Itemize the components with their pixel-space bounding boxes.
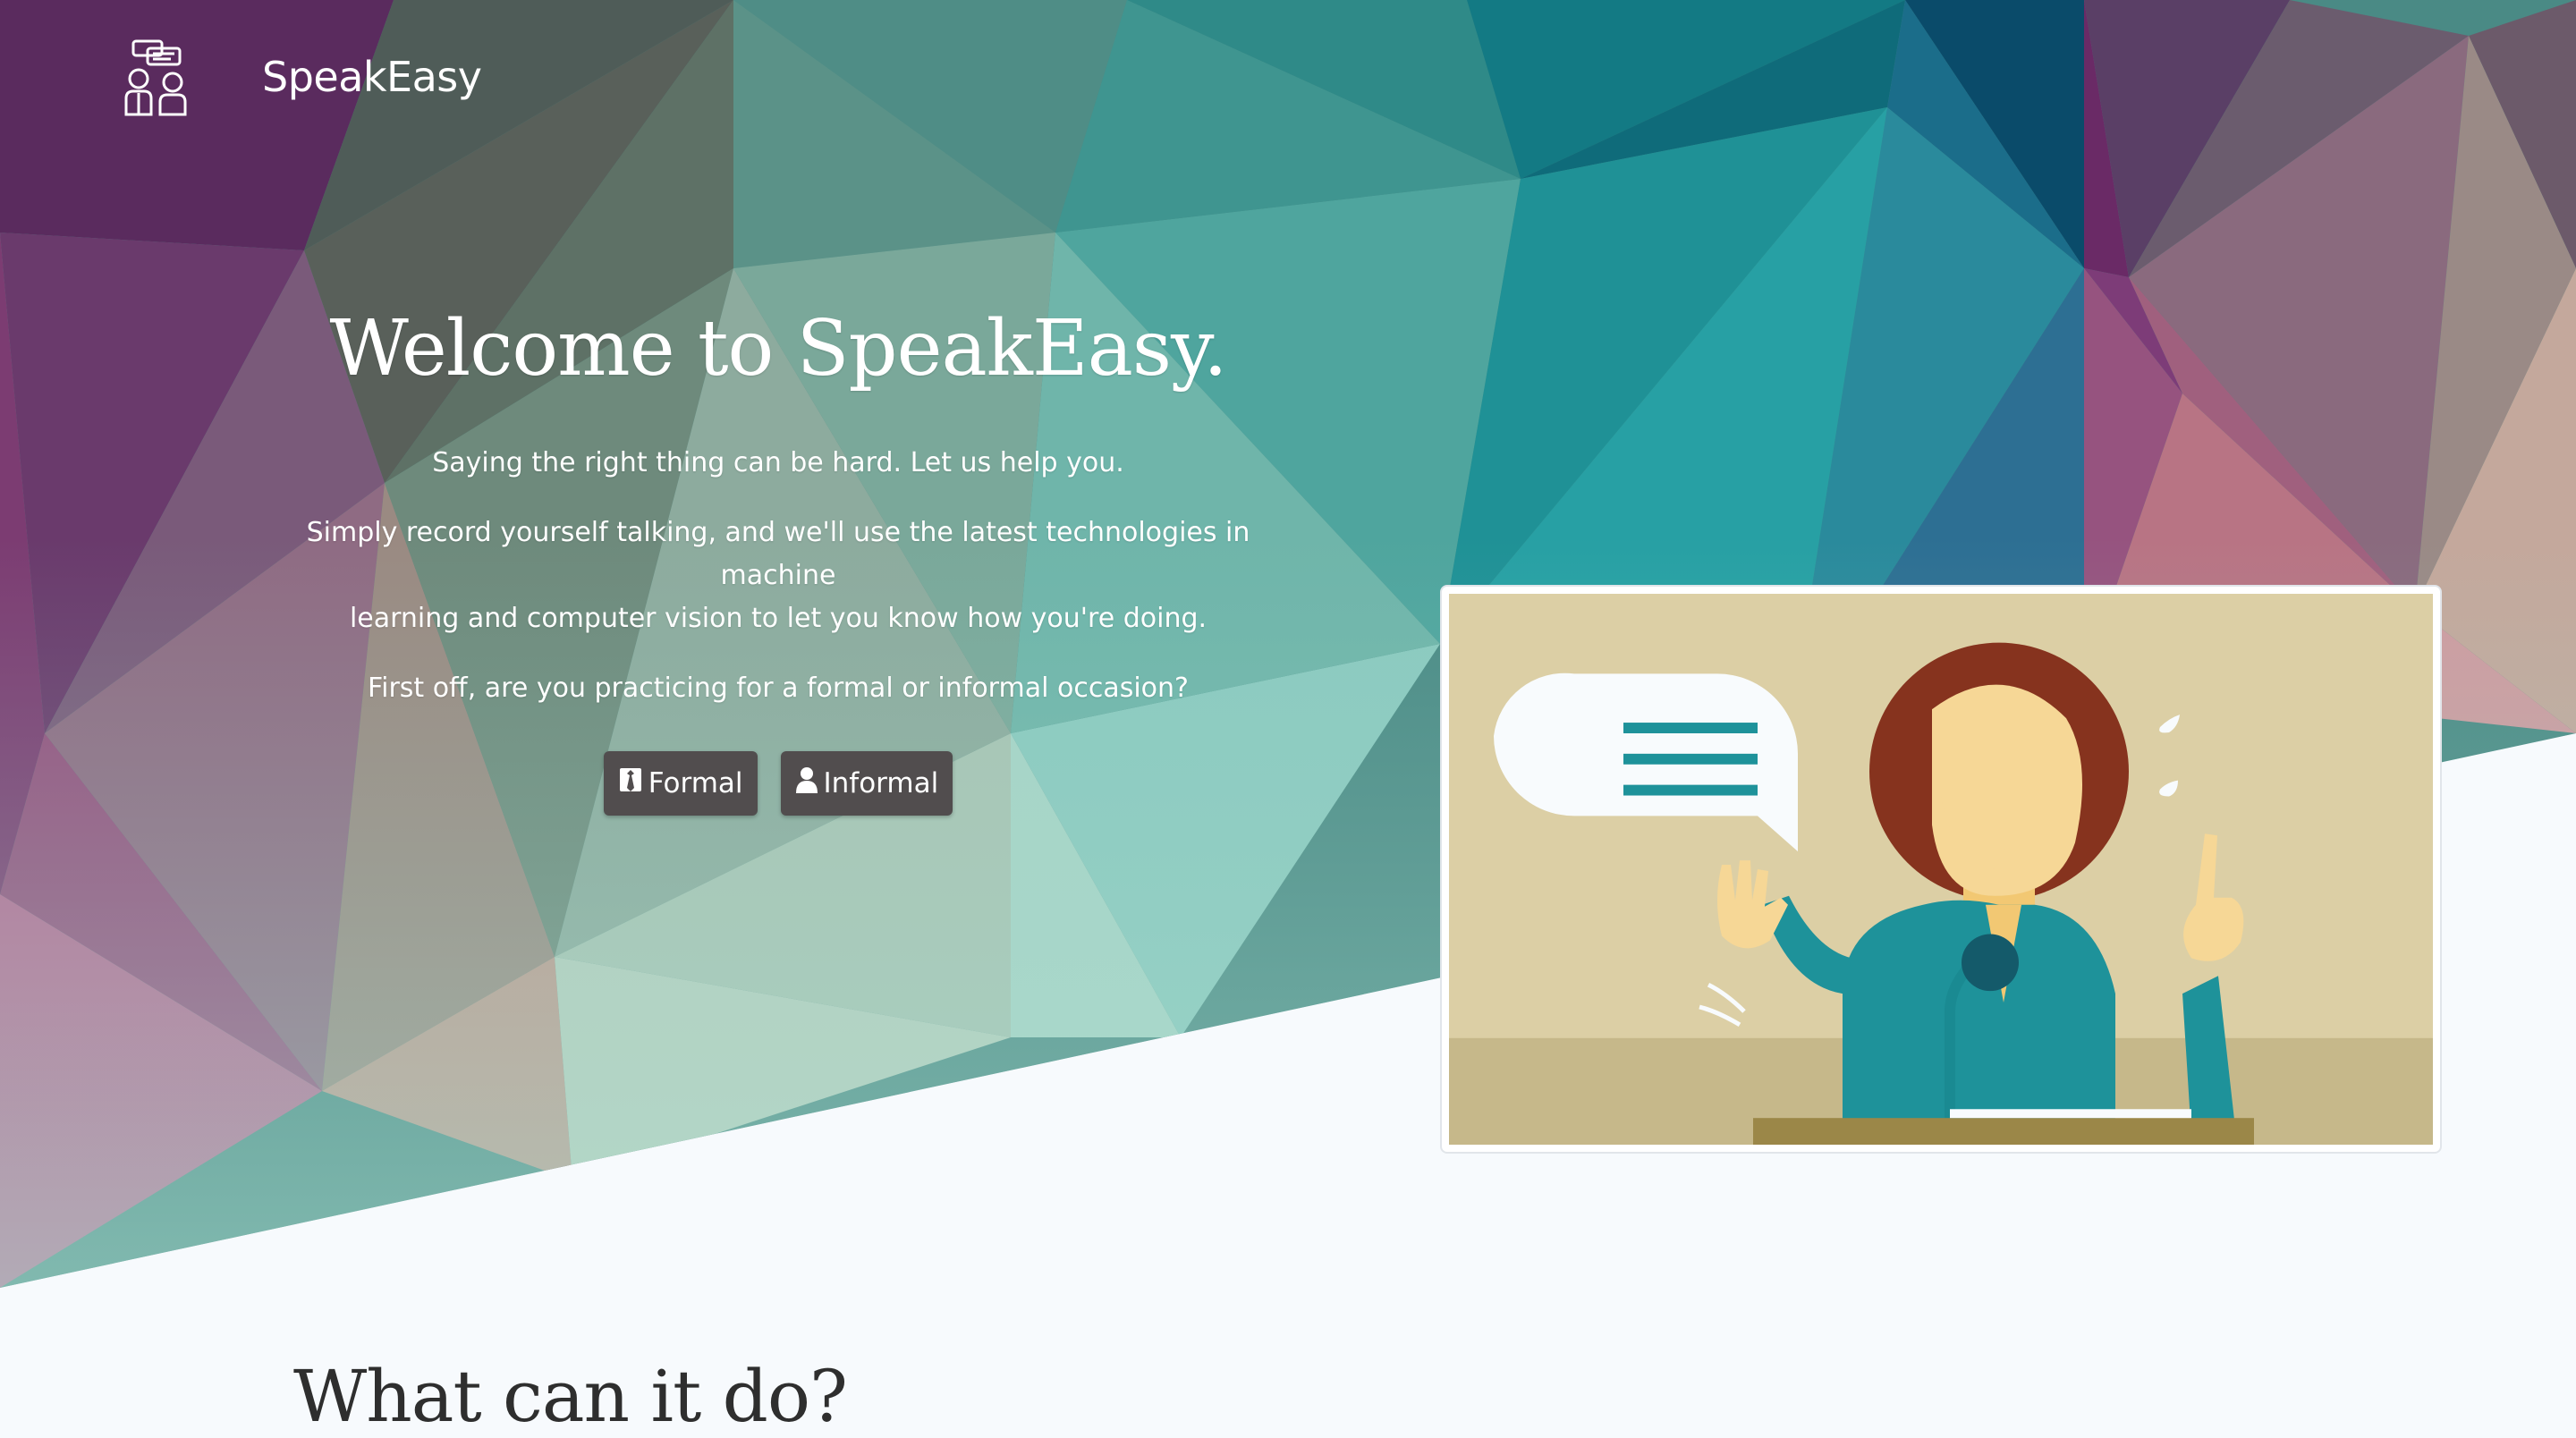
hero-description: Simply record yourself talking, and we'l… [286,512,1270,640]
brand-name: SpeakEasy [262,53,482,101]
person-icon [795,766,824,800]
informal-button[interactable]: Informal [780,751,953,816]
hero-illustration [1440,585,2442,1154]
hero-description-line1: Simply record yourself talking, and we'l… [306,517,1250,591]
formal-button[interactable]: Formal [603,751,758,816]
occasion-buttons: Formal Informal [286,751,1270,816]
two-people-chat-icon [121,36,194,118]
hero-section: Welcome to SpeakEasy. Saying the right t… [286,304,1270,816]
formal-button-label: Formal [648,767,743,799]
suit-tie-icon [618,766,648,800]
hero-tagline: Saying the right thing can be hard. Let … [432,447,1124,478]
hero-description-line2: learning and computer vision to let you … [349,603,1208,634]
navbar-brand[interactable]: SpeakEasy [121,36,482,118]
hero-question: First off, are you practicing for a form… [368,672,1189,704]
hero-title: Welcome to SpeakEasy. [329,304,1227,393]
informal-button-label: Informal [823,767,939,799]
section-title: What can it do? [293,1355,848,1438]
speaker-illustration [1449,594,2433,1145]
